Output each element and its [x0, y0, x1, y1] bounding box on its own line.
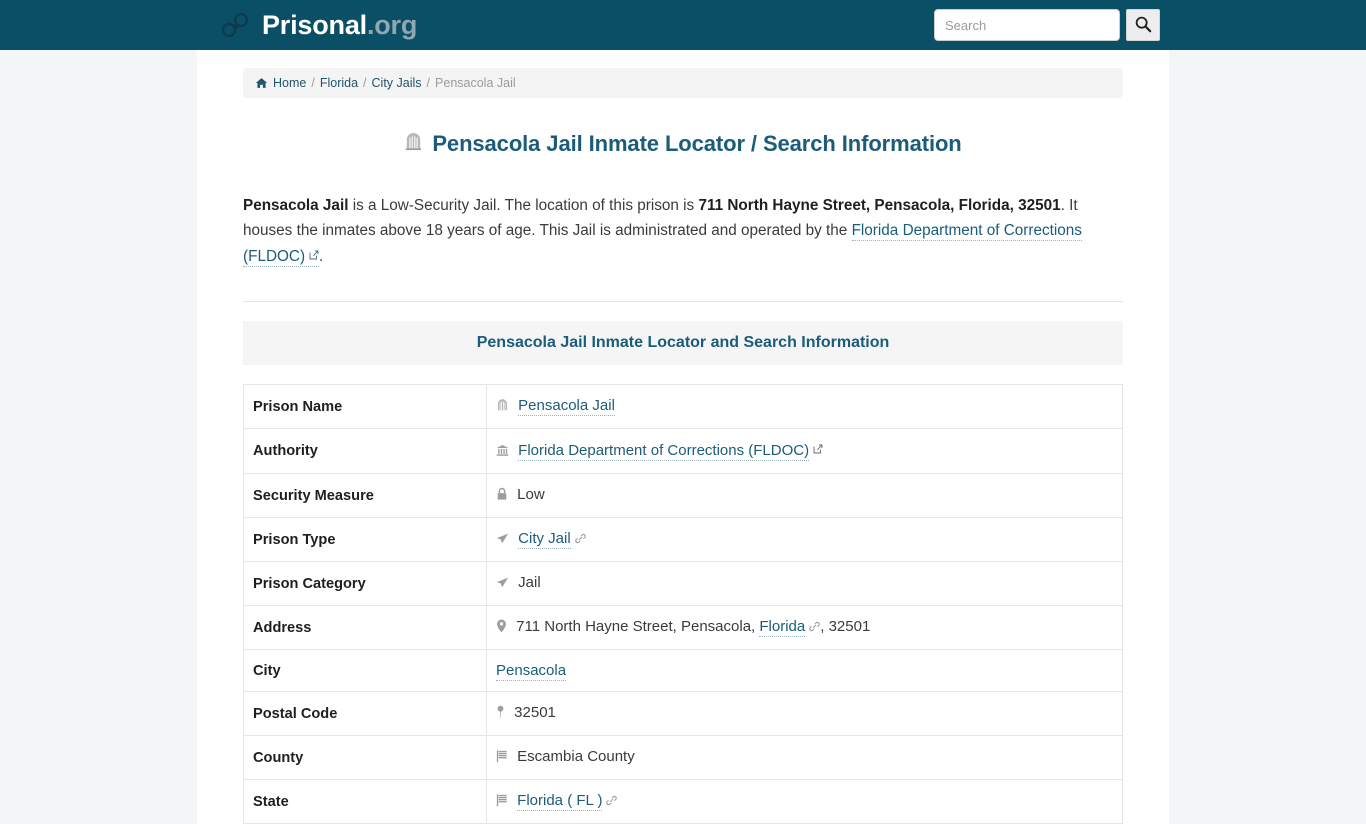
jail-building-icon	[404, 131, 423, 157]
landmark-icon	[496, 444, 513, 461]
row-label: State	[243, 779, 487, 824]
map-marker-icon	[496, 619, 511, 637]
paper-plane-icon	[496, 532, 513, 549]
postal-code-value: 32501	[514, 704, 556, 721]
address-prefix: 711 North Hayne Street, Pensacola,	[516, 618, 760, 635]
table-row: Postal Code 32501	[243, 691, 1123, 736]
prison-info-table: Prison Name Pensacola Jail Authority Flo…	[243, 384, 1123, 824]
city-link[interactable]: Pensacola	[496, 662, 567, 681]
intro-address: 711 North Hayne Street, Pensacola, Flori…	[698, 197, 1061, 214]
address-suffix: , 32501	[820, 618, 871, 635]
breadcrumb-separator: /	[426, 76, 431, 90]
row-value: Florida Department of Corrections (FLDOC…	[486, 428, 1123, 474]
brand-tld: .org	[366, 9, 418, 40]
intro-paragraph: Pensacola Jail is a Low-Security Jail. T…	[243, 193, 1123, 269]
row-value: Pensacola Jail	[486, 384, 1123, 429]
breadcrumb-separator: /	[363, 76, 367, 90]
table-row: State Florida ( FL )	[243, 779, 1123, 824]
county-value: Escambia County	[517, 748, 635, 765]
prison-name-link[interactable]: Pensacola Jail	[518, 397, 615, 416]
table-row: Security Measure Low	[243, 473, 1123, 518]
state-link[interactable]: Florida ( FL )	[517, 792, 603, 811]
breadcrumb-item-florida[interactable]: Florida	[320, 76, 358, 90]
site-header: Prisonal.org	[0, 0, 1366, 50]
row-label: Security Measure	[243, 473, 487, 518]
chain-link-icon	[606, 793, 618, 810]
row-value: 32501	[486, 691, 1123, 736]
row-value: 711 North Hayne Street, Pensacola, Flori…	[486, 605, 1123, 650]
section-divider	[243, 301, 1123, 302]
brand-text: Prisonal.org	[262, 9, 418, 40]
flag-icon	[496, 794, 512, 811]
chain-link-icon	[574, 531, 586, 548]
row-label: Prison Name	[243, 384, 487, 429]
page-title: Pensacola Jail Inmate Locator / Search I…	[243, 131, 1123, 157]
security-measure-value: Low	[517, 486, 545, 503]
home-icon	[255, 77, 268, 89]
table-row: Prison Category Jail	[243, 561, 1123, 606]
content-inner: Home / Florida / City Jails / Pensacola …	[243, 50, 1123, 824]
breadcrumb-item-current: Pensacola Jail	[435, 76, 516, 90]
row-label: County	[243, 735, 487, 780]
search-form	[934, 9, 1160, 41]
search-button[interactable]	[1126, 9, 1160, 41]
row-value: Low	[486, 473, 1123, 518]
row-label: Prison Type	[243, 517, 487, 562]
search-icon	[1134, 15, 1152, 36]
jail-building-icon	[496, 399, 513, 416]
row-value: Florida ( FL )	[486, 779, 1123, 824]
lock-icon	[496, 487, 512, 505]
chain-link-icon	[809, 619, 821, 636]
breadcrumb-item-home[interactable]: Home	[273, 76, 306, 90]
paper-plane-icon	[496, 576, 513, 593]
external-link-icon	[813, 441, 823, 458]
row-label: City	[243, 649, 487, 692]
handcuffs-icon	[220, 11, 250, 39]
row-label: Address	[243, 605, 487, 650]
search-input[interactable]	[934, 9, 1120, 41]
authority-label: Florida Department of Corrections (FLDOC…	[518, 442, 810, 459]
table-caption: Pensacola Jail Inmate Locator and Search…	[243, 321, 1123, 365]
intro-part1: is a Low-Security Jail. The location of …	[348, 197, 699, 214]
table-row: Prison Type City Jail	[243, 517, 1123, 562]
external-link-icon	[309, 247, 319, 264]
brand-logo-link[interactable]: Prisonal.org	[220, 11, 417, 39]
prison-category-value: Jail	[518, 574, 541, 591]
flag-icon	[496, 750, 512, 767]
row-value: City Jail	[486, 517, 1123, 562]
brand-name: Prisonal	[262, 9, 367, 40]
page-container: Home / Florida / City Jails / Pensacola …	[197, 50, 1169, 824]
table-row: County Escambia County	[243, 735, 1123, 780]
row-value: Jail	[486, 561, 1123, 606]
intro-part3: .	[319, 248, 324, 265]
row-value: Escambia County	[486, 735, 1123, 780]
table-row: Authority Florida Department of Correcti…	[243, 428, 1123, 474]
page-title-text: Pensacola Jail Inmate Locator / Search I…	[432, 131, 962, 156]
address-state-link[interactable]: Florida	[759, 618, 806, 637]
row-label: Prison Category	[243, 561, 487, 606]
row-value: Pensacola	[486, 649, 1123, 692]
map-pin-icon	[496, 705, 509, 723]
row-label: Postal Code	[243, 691, 487, 736]
breadcrumb-item-city-jails[interactable]: City Jails	[372, 76, 422, 90]
table-row: Address 711 North Hayne Street, Pensacol…	[243, 605, 1123, 650]
authority-link[interactable]: Florida Department of Corrections (FLDOC…	[518, 442, 810, 461]
prison-info-table-body: Prison Name Pensacola Jail Authority Flo…	[243, 384, 1123, 824]
row-label: Authority	[243, 428, 487, 474]
intro-prison-name: Pensacola Jail	[243, 197, 349, 214]
table-row: Prison Name Pensacola Jail	[243, 384, 1123, 429]
prison-type-link[interactable]: City Jail	[518, 530, 571, 549]
breadcrumb-separator: /	[311, 76, 315, 90]
table-row: City Pensacola	[243, 649, 1123, 692]
breadcrumb: Home / Florida / City Jails / Pensacola …	[243, 68, 1123, 98]
